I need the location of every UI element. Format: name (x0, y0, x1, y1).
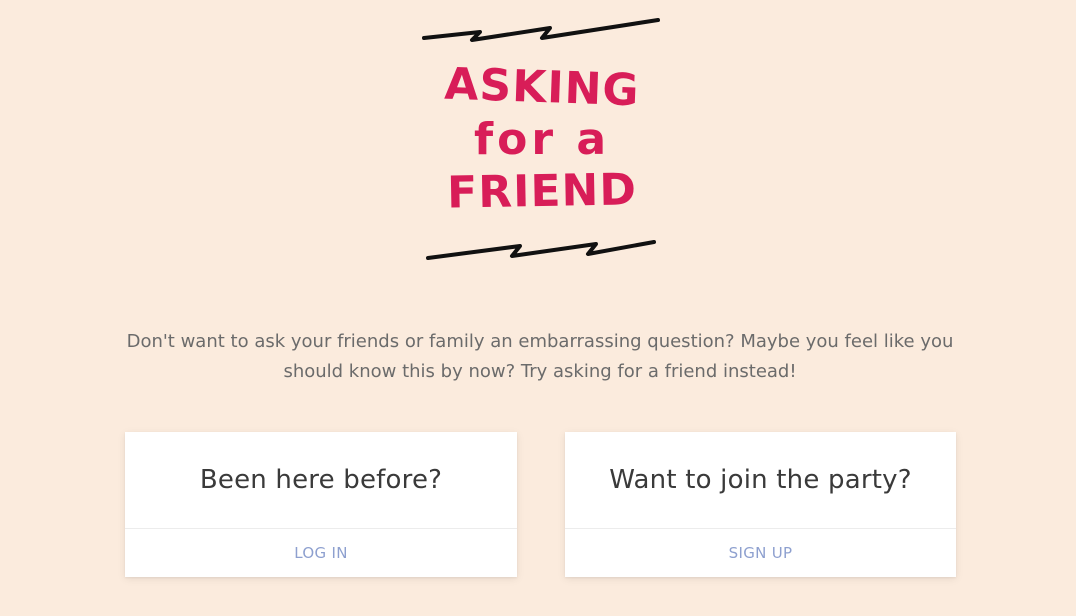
signup-card-title: Want to join the party? (565, 432, 956, 529)
tagline: Don't want to ask your friends or family… (126, 331, 954, 382)
signup-card: Want to join the party? SIGN UP (565, 432, 956, 577)
login-card-title: Been here before? (125, 432, 517, 529)
app-logo: ASKING for a FRIEND (420, 14, 664, 266)
logo-text-line-2: for a (473, 114, 611, 165)
logo-text-line-3: FRIEND (446, 164, 638, 219)
login-card: Been here before? LOG IN (125, 432, 517, 577)
logo-text-line-1: ASKING (443, 58, 641, 117)
login-button[interactable]: LOG IN (125, 529, 517, 577)
signup-button[interactable]: SIGN UP (565, 529, 956, 577)
